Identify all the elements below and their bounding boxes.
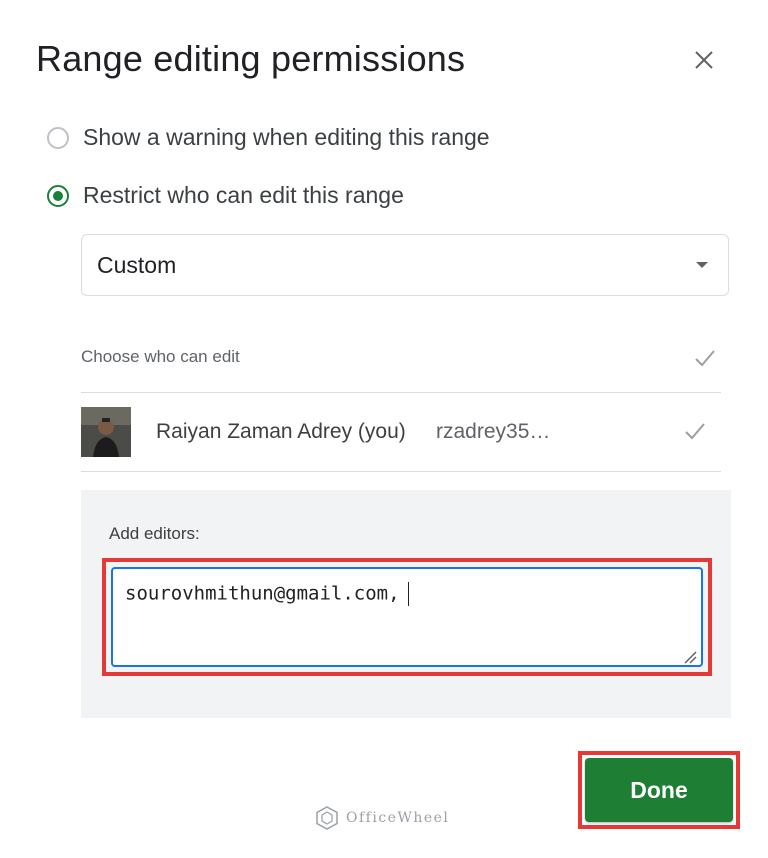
user-check-icon[interactable] [682,418,708,444]
user-name: Raiyan Zaman Adrey (you) [156,420,406,443]
choose-editors-label: Choose who can edit [81,347,240,366]
warning-radio-option[interactable]: Show a warning when editing this range [47,124,490,151]
add-editors-input[interactable]: sourovhmithun@gmail.com, [111,567,703,667]
permission-select-value: Custom [97,251,177,278]
divider [81,392,721,393]
add-editors-input-value: sourovhmithun@gmail.com, [125,582,400,605]
permission-select[interactable]: Custom [81,234,729,296]
restrict-radio-label: Restrict who can edit this range [83,182,404,208]
close-icon[interactable] [688,44,720,76]
done-button[interactable]: Done [585,758,733,822]
watermark-text: OfficeWheel [346,810,450,826]
dialog-title: Range editing permissions [36,38,466,79]
warning-radio[interactable] [47,126,69,149]
divider [81,471,721,472]
officewheel-logo-icon [316,806,338,830]
watermark: OfficeWheel [314,805,449,831]
dropdown-arrow-icon [696,262,708,268]
restrict-radio[interactable] [47,184,69,207]
add-editors-label: Add editors: [109,524,200,543]
avatar [81,407,131,457]
select-all-check-icon[interactable] [692,345,718,371]
restrict-radio-option[interactable]: Restrict who can edit this range [47,182,404,209]
warning-radio-label: Show a warning when editing this range [83,124,490,150]
user-email: rzadrey35… [436,420,551,443]
text-caret [407,582,409,606]
resize-handle-icon[interactable] [683,647,697,664]
